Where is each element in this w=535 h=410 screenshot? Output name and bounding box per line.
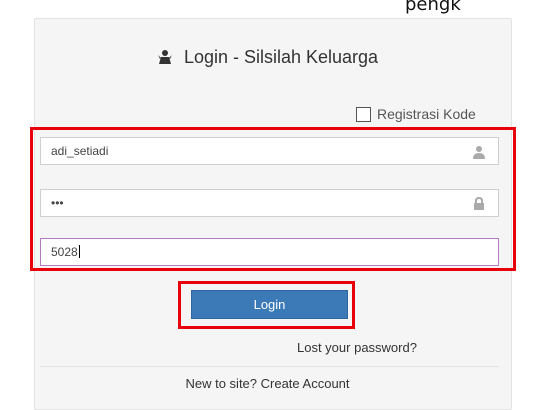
registration-code-value: 5028 <box>51 245 78 259</box>
registration-code-option[interactable]: Registrasi Kode <box>356 106 476 122</box>
lost-password-link[interactable]: Lost your password? <box>297 340 417 355</box>
text-caret <box>78 245 80 258</box>
password-mask: ••• <box>51 196 64 210</box>
registration-code-label: Registrasi Kode <box>377 106 476 122</box>
username-value: adi_setiadi <box>51 144 109 158</box>
user-icon <box>157 50 172 64</box>
password-field[interactable]: ••• <box>40 189 499 217</box>
registration-code-checkbox[interactable] <box>356 106 371 122</box>
login-title-text: Login - Silsilah Keluarga <box>183 47 379 67</box>
registration-code-field[interactable]: 5028 <box>40 238 499 266</box>
create-account-link[interactable]: New to site? Create Account <box>0 376 535 391</box>
username-field[interactable]: adi_setiadi <box>40 137 499 165</box>
user-icon <box>473 146 485 159</box>
login-button[interactable]: Login <box>191 290 348 319</box>
login-panel: Login - Silsilah Keluarga Registrasi Kod… <box>0 0 535 410</box>
divider <box>40 366 499 367</box>
lock-icon <box>474 197 484 210</box>
login-title: Login - Silsilah Keluarga <box>0 47 535 68</box>
